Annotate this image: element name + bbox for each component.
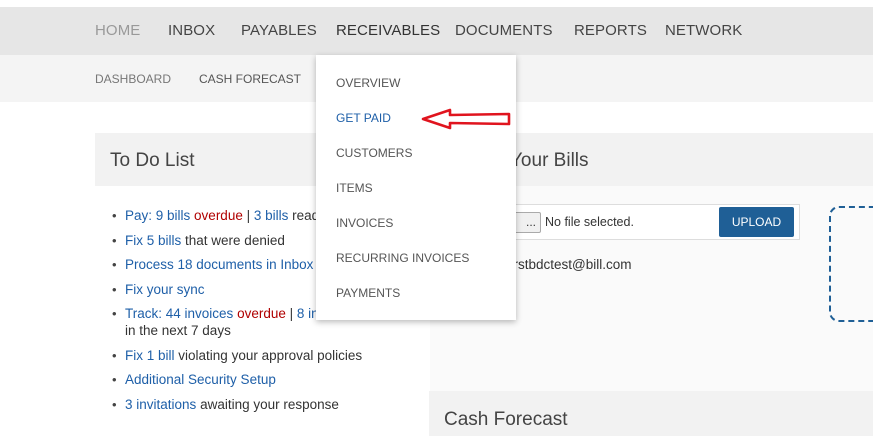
cash-forecast-title: Cash Forecast [444,409,568,430]
menu-item-items[interactable]: ITEMS [336,181,373,195]
menu-item-overview[interactable]: OVERVIEW [336,76,400,90]
security-setup-link[interactable]: Additional Security Setup [125,372,276,387]
subnav-dashboard[interactable]: DASHBOARD [95,72,171,86]
drop-zone[interactable] [829,206,873,322]
receivables-dropdown: OVERVIEW GET PAID CUSTOMERS ITEMS INVOIC… [316,55,516,320]
nav-network[interactable]: NETWORK [665,22,742,39]
separator: | [289,306,294,321]
overdue-text: overdue [194,208,243,223]
nav-inbox[interactable]: INBOX [168,22,215,39]
fix-sync-link[interactable]: Fix your sync [125,282,205,297]
separator: | [246,208,251,223]
invitations-link[interactable]: 3 invitations [125,397,196,412]
nav-payables[interactable]: PAYABLES [241,22,317,39]
file-upload-box: ... No file selected. UPLOAD [500,204,800,240]
menu-item-customers[interactable]: CUSTOMERS [336,146,412,160]
nav-reports[interactable]: REPORTS [574,22,647,39]
nav-documents[interactable]: DOCUMENTS [455,22,553,39]
menu-item-get-paid[interactable]: GET PAID [336,111,391,125]
ready-bills-link[interactable]: 3 bills [254,208,289,223]
inbox-email: sfirstbdctest@bill.com [500,257,632,272]
fix-policy-bill-link[interactable]: Fix 1 bill [125,348,175,363]
fix-bills-link[interactable]: Fix 5 bills [125,233,181,248]
list-item: Fix 1 bill violating your approval polic… [110,347,390,364]
bills-header: Your Bills [500,133,873,186]
nav-home[interactable]: HOME [95,22,140,39]
process-documents-link[interactable]: Process 18 documents in Inbox [125,257,313,272]
denied-text: that were denied [185,232,285,248]
list-item: 3 invitations awaiting your response [110,396,390,413]
cash-forecast-panel: Cash Forecast [429,391,873,436]
track-invoices-link[interactable]: Track: 44 invoices [125,306,233,321]
menu-item-recurring-invoices[interactable]: RECURRING INVOICES [336,251,469,265]
todo-title: To Do List [110,150,195,171]
bills-title: Your Bills [510,150,589,171]
subnav-cash-forecast[interactable]: CASH FORECAST [199,72,301,86]
file-status: No file selected. [545,215,634,229]
menu-item-payments[interactable]: PAYMENTS [336,286,400,300]
list-item: Additional Security Setup [110,371,390,388]
policy-text: violating your approval policies [178,347,363,363]
menu-item-invoices[interactable]: INVOICES [336,216,393,230]
invitations-text: awaiting your response [200,396,339,412]
overdue-text: overdue [237,306,286,321]
nav-receivables[interactable]: RECEIVABLES [336,22,440,39]
top-nav: HOME INBOX PAYABLES RECEIVABLES DOCUMENT… [0,7,873,55]
upload-button[interactable]: UPLOAD [719,207,794,237]
annotation-arrow-icon [421,108,511,130]
pay-bills-link[interactable]: Pay: 9 bills [125,208,190,223]
